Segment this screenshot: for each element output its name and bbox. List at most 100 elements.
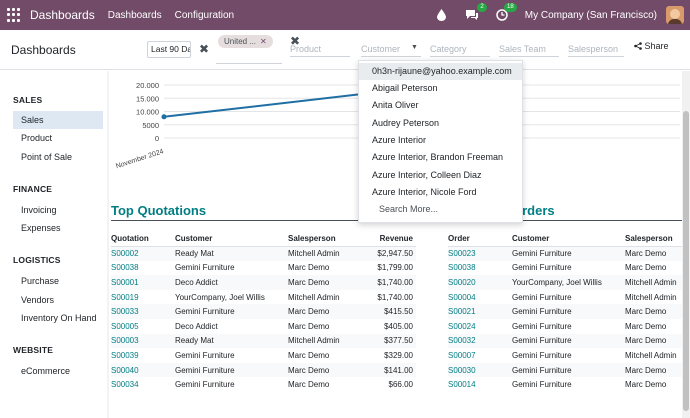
quotation-cell: Gemini Furniture (175, 362, 288, 378)
sidebar-item-invoicing[interactable]: Invoicing (13, 201, 103, 219)
customer-dropdown-caret-icon[interactable]: ▼ (411, 44, 418, 51)
apps-menu-icon[interactable] (7, 8, 21, 22)
customer-option[interactable]: Azure Interior, Colleen Diaz (359, 167, 522, 184)
table-row[interactable]: S00024 Gemini Furniture Marc Demo (448, 319, 682, 334)
country-facet[interactable]: United ... ✕ (218, 35, 273, 48)
period-filter-button[interactable]: Last 90 Days (147, 41, 191, 58)
quotation-column-header[interactable]: Salesperson (288, 231, 358, 247)
search-more-link[interactable]: Search More... (379, 204, 438, 214)
quotation-reference-link[interactable]: S00005 (111, 319, 175, 334)
quotation-reference-link[interactable]: S00038 (111, 261, 175, 276)
table-row[interactable]: S00001 Deco Addict Marc Demo $1,740.00 (111, 275, 416, 290)
chat-icon[interactable]: 2 (465, 3, 487, 22)
menu-dashboards[interactable]: Dashboards (108, 10, 162, 21)
sales-team-filter-input[interactable]: Sales Team (499, 44, 559, 57)
quotation-reference-link[interactable]: S00001 (111, 275, 175, 290)
facet-remove-icon[interactable]: ✕ (260, 37, 267, 46)
customer-option[interactable]: Azure Interior, Brandon Freeman (359, 149, 522, 166)
table-row[interactable]: S00020 YourCompany, Joel Willis Mitchell A… (448, 275, 682, 290)
quotation-cell: Marc Demo (288, 362, 358, 378)
sidebar-item-purchase[interactable]: Purchase (13, 272, 103, 290)
order-reference-link[interactable]: S00014 (448, 377, 512, 392)
product-filter-input[interactable]: Product (290, 44, 350, 57)
order-reference-link[interactable]: S00020 (448, 275, 512, 290)
order-cell: Marc Demo (625, 321, 667, 331)
quotation-reference-link[interactable]: S00003 (111, 333, 175, 349)
sidebar-item-point-of-sale[interactable]: Point of Sale (13, 148, 103, 166)
quotation-column-header[interactable]: Customer (175, 231, 288, 247)
quotation-reference-link[interactable]: S00002 (111, 246, 175, 261)
main-scrollbar[interactable] (682, 71, 690, 418)
order-column-header[interactable]: Order (448, 231, 512, 247)
scrollbar-thumb[interactable] (683, 111, 689, 411)
table-row[interactable]: S00034 Gemini Furniture Marc Demo $66.00 (111, 377, 416, 392)
quotation-reference-link[interactable]: S00033 (111, 304, 175, 319)
quotation-cell: YourCompany, Joel Willis (175, 292, 265, 302)
table-row[interactable]: S00019 YourCompany, Joel Willis Mitchell A… (111, 290, 416, 305)
order-reference-link[interactable]: S00004 (448, 290, 512, 305)
company-switcher[interactable]: My Company (San Francisco) (525, 10, 657, 21)
salesperson-filter-input[interactable]: Salesperson (568, 44, 624, 57)
order-reference-link[interactable]: S00023 (448, 246, 512, 261)
table-row[interactable]: S00021 Gemini Furniture Marc Demo (448, 304, 682, 319)
top-navbar: Dashboards Dashboards Configuration 2 18… (0, 0, 690, 30)
quotation-reference-link[interactable]: S00039 (111, 348, 175, 363)
quotation-cell: Marc Demo (288, 350, 330, 360)
customer-option[interactable]: Audrey Peterson (359, 115, 522, 132)
table-row[interactable]: S00039 Gemini Furniture Marc Demo $329.00 (111, 348, 416, 363)
debug-drop-icon[interactable] (435, 8, 449, 22)
quotation-cell: Gemini Furniture (175, 263, 235, 273)
sidebar-item-product[interactable]: Product (13, 129, 103, 147)
activity-badge: 18 (504, 3, 517, 12)
sidebar-item-vendors[interactable]: Vendors (13, 291, 103, 309)
order-reference-link[interactable]: S00021 (448, 304, 512, 319)
table-row[interactable]: S00003 Ready Mat Mitchell Admin $377.50 (111, 333, 416, 349)
order-column-header[interactable]: Salesperson (625, 231, 682, 247)
table-row[interactable]: S00032 Gemini Furniture Marc Demo (448, 333, 682, 349)
table-row[interactable]: S00005 Deco Addict Marc Demo $405.00 (111, 319, 416, 334)
quotation-reference-link[interactable]: S00019 (111, 290, 175, 305)
order-cell: Mitchell Admin (625, 292, 677, 302)
activity-clock-icon[interactable]: 18 (495, 3, 517, 22)
sidebar-item-sales[interactable]: Sales (13, 111, 103, 129)
top-menu: Dashboards Configuration (108, 10, 234, 21)
customer-option[interactable]: Azure Interior, Nicole Ford (359, 184, 522, 201)
order-cell: Gemini Furniture (512, 263, 572, 273)
customer-option[interactable]: Anita Oliver (359, 97, 522, 114)
share-button[interactable]: Share (634, 41, 669, 51)
quotation-cell: $66.00 (388, 380, 413, 390)
customer-option[interactable]: Azure Interior (359, 132, 522, 149)
table-row[interactable]: S00002 Ready Mat Mitchell Admin $2,947.50 (111, 246, 416, 261)
table-row[interactable]: S00007 Gemini Furniture Mitchell Admin (448, 348, 682, 363)
menu-configuration[interactable]: Configuration (175, 10, 234, 21)
y-tick-label: 15.000 (136, 94, 159, 103)
quotation-column-header[interactable]: Revenue (358, 231, 416, 247)
quotation-column-header[interactable]: Quotation (111, 231, 175, 247)
order-reference-link[interactable]: S00024 (448, 319, 512, 334)
order-column-header[interactable]: Customer (512, 231, 625, 247)
customer-option[interactable]: 0h3n-rijaune@yahoo.example.com (359, 63, 522, 80)
table-row[interactable]: S00023 Gemini Furniture Marc Demo (448, 246, 682, 261)
share-icon (634, 42, 642, 50)
table-row[interactable]: S00004 Gemini Furniture Mitchell Admin (448, 290, 682, 305)
quotation-reference-link[interactable]: S00034 (111, 377, 175, 392)
user-avatar[interactable] (666, 6, 684, 24)
order-reference-link[interactable]: S00032 (448, 333, 512, 349)
table-row[interactable]: S00040 Gemini Furniture Marc Demo $141.00 (111, 362, 416, 378)
sidebar-item-expenses[interactable]: Expenses (13, 219, 103, 237)
sidebar-item-ecommerce[interactable]: eCommerce (13, 362, 103, 380)
customer-option[interactable]: Abigail Peterson (359, 80, 522, 97)
table-row[interactable]: S00038 Gemini Furniture Marc Demo $1,799.00 (111, 261, 416, 276)
order-reference-link[interactable]: S00007 (448, 348, 512, 363)
table-row[interactable]: S00033 Gemini Furniture Marc Demo $415.50 (111, 304, 416, 319)
category-filter-input[interactable]: Category (430, 44, 490, 57)
table-row[interactable]: S00014 Gemini Furniture Marc Demo (448, 377, 682, 392)
order-reference-link[interactable]: S00030 (448, 362, 512, 378)
sidebar-item-inventory-on-hand[interactable]: Inventory On Hand (13, 309, 103, 327)
quotation-reference-link[interactable]: S00040 (111, 362, 175, 378)
order-reference-link[interactable]: S00038 (448, 261, 512, 276)
app-title[interactable]: Dashboards (30, 8, 95, 22)
clear-period-icon[interactable]: ✖ (199, 42, 209, 56)
table-row[interactable]: S00038 Gemini Furniture Marc Demo (448, 261, 682, 276)
table-row[interactable]: S00030 Gemini Furniture Marc Demo (448, 362, 682, 378)
